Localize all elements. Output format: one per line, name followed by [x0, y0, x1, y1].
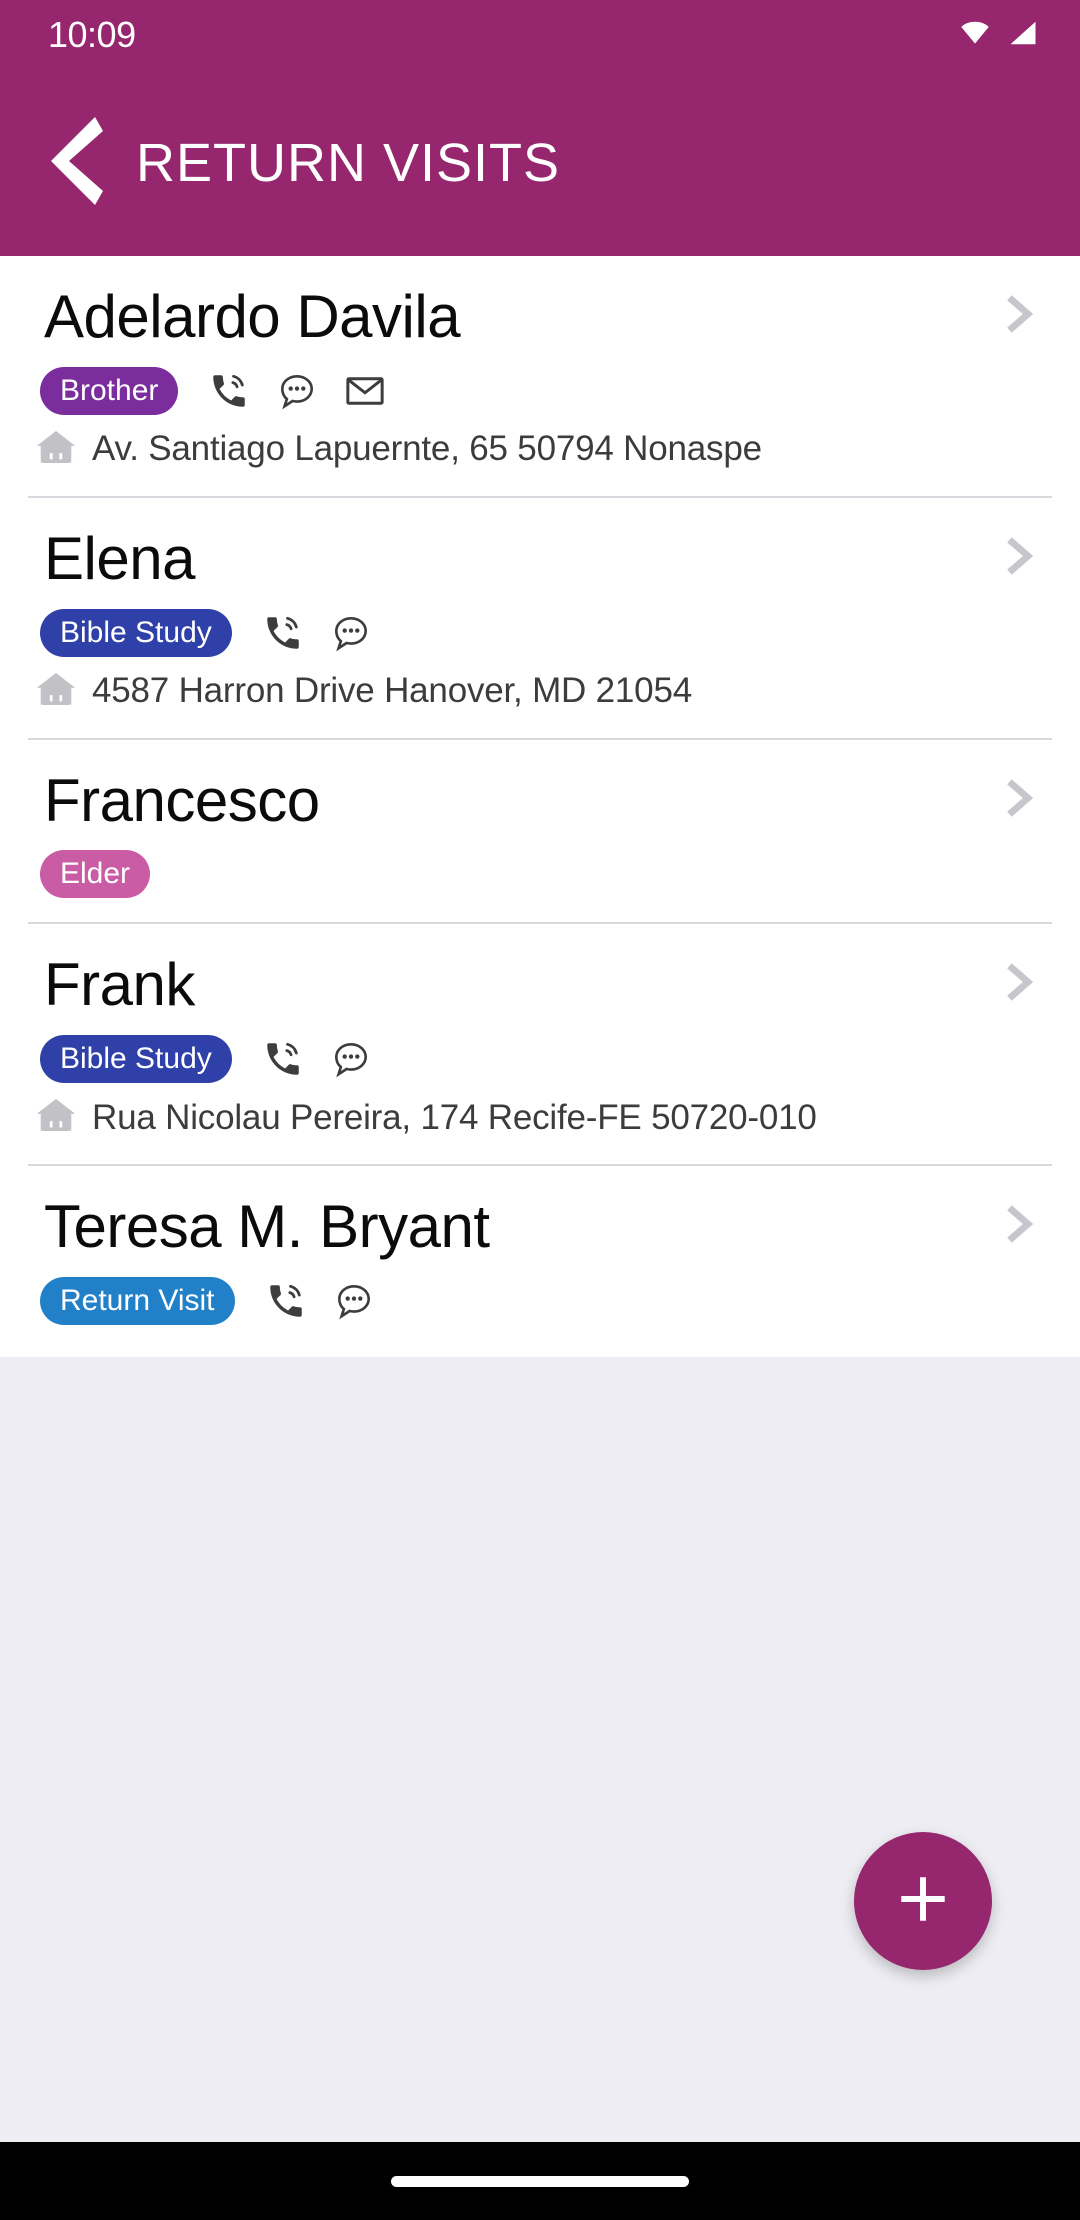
contact-address: Rua Nicolau Pereira, 174 Recife-FE 50720… [92, 1098, 817, 1138]
contact-name: Frank [0, 950, 1080, 1021]
status-badge[interactable]: Bible Study [40, 609, 232, 657]
status-bar: 10:09 [0, 0, 1080, 70]
page-title: RETURN VISITS [136, 132, 560, 194]
contact-actions [265, 1280, 375, 1322]
contact-address-row: Av. Santiago Lapuernte, 65 50794 Nonaspe [0, 427, 1080, 472]
list-item[interactable]: Teresa M. Bryant Return Visit [0, 1166, 1080, 1357]
wifi-icon [956, 18, 994, 53]
message-bubble-icon[interactable] [330, 612, 372, 654]
contact-actions [262, 1038, 372, 1080]
chevron-right-icon [1004, 778, 1038, 818]
home-icon [34, 427, 78, 472]
plus-icon [892, 1868, 954, 1935]
status-badge[interactable]: Bible Study [40, 1035, 232, 1083]
status-badge[interactable]: Return Visit [40, 1277, 235, 1325]
chevron-right-icon [1004, 294, 1038, 334]
home-icon [34, 1095, 78, 1140]
chevron-right-icon [1004, 1204, 1038, 1244]
app-bar: RETURN VISITS [0, 70, 1080, 256]
contact-address-row: Rua Nicolau Pereira, 174 Recife-FE 50720… [0, 1095, 1080, 1140]
contact-meta: Brother [0, 367, 1080, 415]
list-item[interactable]: Adelardo Davila Brother [0, 256, 1080, 496]
contact-address: 4587 Harron Drive Hanover, MD 21054 [92, 671, 692, 711]
contact-actions [262, 612, 372, 654]
phone-screen: 10:09 RETURN VISITS Adelardo Davila [0, 0, 1080, 2220]
message-bubble-icon[interactable] [333, 1280, 375, 1322]
contact-address-row: 4587 Harron Drive Hanover, MD 21054 [0, 669, 1080, 714]
contact-meta: Return Visit [0, 1277, 1080, 1325]
phone-call-icon[interactable] [265, 1280, 307, 1322]
system-navigation-bar [0, 2142, 1080, 2220]
contact-name: Francesco [0, 766, 1080, 837]
phone-call-icon[interactable] [208, 370, 250, 412]
home-gesture-pill[interactable] [391, 2176, 689, 2187]
contact-meta: Elder [0, 850, 1080, 898]
status-bar-clock: 10:09 [48, 14, 136, 56]
email-envelope-icon[interactable] [344, 370, 386, 412]
add-button[interactable] [854, 1832, 992, 1970]
cellular-signal-icon [1006, 18, 1040, 53]
contacts-list: Adelardo Davila Brother [0, 256, 1080, 1357]
chevron-right-icon [1004, 536, 1038, 576]
status-badge[interactable]: Brother [40, 367, 178, 415]
contact-meta: Bible Study [0, 609, 1080, 657]
list-item[interactable]: Francesco Elder [0, 740, 1080, 923]
contact-meta: Bible Study [0, 1035, 1080, 1083]
contact-address: Av. Santiago Lapuernte, 65 50794 Nonaspe [92, 429, 762, 469]
phone-call-icon[interactable] [262, 612, 304, 654]
message-bubble-icon[interactable] [330, 1038, 372, 1080]
phone-call-icon[interactable] [262, 1038, 304, 1080]
chevron-right-icon [1004, 962, 1038, 1002]
contact-name: Elena [0, 524, 1080, 595]
message-bubble-icon[interactable] [276, 370, 318, 412]
back-chevron-icon [47, 113, 107, 214]
contact-name: Adelardo Davila [0, 282, 1080, 353]
list-item[interactable]: Elena Bible Study [0, 498, 1080, 738]
status-bar-icons [956, 18, 1040, 53]
home-icon [34, 669, 78, 714]
back-button[interactable] [44, 118, 110, 208]
contact-name: Teresa M. Bryant [0, 1192, 1080, 1263]
contact-actions [208, 370, 386, 412]
list-item[interactable]: Frank Bible Study [0, 924, 1080, 1164]
status-badge[interactable]: Elder [40, 850, 150, 898]
